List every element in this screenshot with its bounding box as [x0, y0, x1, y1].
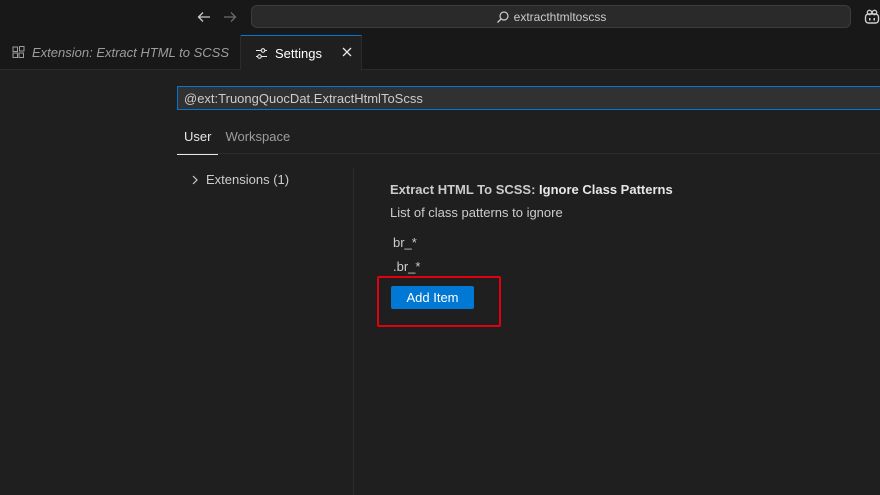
scope-divider	[177, 153, 880, 154]
list-item[interactable]: br_*	[393, 235, 417, 250]
title-bar: extracthtmltoscss	[0, 0, 880, 35]
tab-label: Extension: Extract HTML to SCSS	[32, 45, 229, 60]
tab-workspace[interactable]: Workspace	[218, 120, 297, 154]
list-item[interactable]: .br_*	[393, 259, 420, 274]
search-icon	[496, 10, 510, 24]
back-button[interactable]	[195, 8, 213, 26]
command-center[interactable]: extracthtmltoscss	[251, 5, 851, 28]
highlight-annotation	[377, 276, 501, 327]
settings-scope-tabs: User Workspace	[177, 120, 297, 155]
panel-divider	[353, 168, 354, 495]
tab-settings[interactable]: Settings	[241, 35, 362, 71]
copilot-icon[interactable]	[864, 9, 880, 30]
editor-tab-bar: Extension: Extract HTML to SCSS Settings	[0, 35, 880, 71]
close-icon[interactable]	[341, 46, 353, 58]
toc-item-extensions[interactable]: Extensions (1)	[190, 172, 289, 187]
setting-description: List of class patterns to ignore	[390, 205, 563, 220]
settings-sliders-icon	[255, 47, 268, 60]
toc-label: Extensions (1)	[206, 172, 290, 187]
setting-title: Extract HTML To SCSS: Ignore Class Patte…	[390, 182, 673, 197]
settings-search-input[interactable]: @ext:TruongQuocDat.ExtractHtmlToScss	[177, 86, 880, 110]
tab-user[interactable]: User	[177, 120, 219, 155]
tab-label: Settings	[275, 46, 322, 61]
setting-category: Extract HTML To SCSS:	[390, 182, 540, 197]
chevron-right-icon	[190, 174, 200, 186]
search-query: @ext:TruongQuocDat.ExtractHtmlToScss	[184, 90, 423, 106]
arrow-left-icon	[197, 12, 210, 22]
command-center-text: extracthtmltoscss	[513, 9, 607, 24]
arrow-right-icon	[224, 12, 237, 22]
setting-name: Ignore Class Patterns	[539, 182, 673, 197]
extensions-icon	[12, 46, 25, 59]
forward-button[interactable]	[221, 8, 239, 26]
tab-extension-details[interactable]: Extension: Extract HTML to SCSS	[0, 35, 241, 70]
